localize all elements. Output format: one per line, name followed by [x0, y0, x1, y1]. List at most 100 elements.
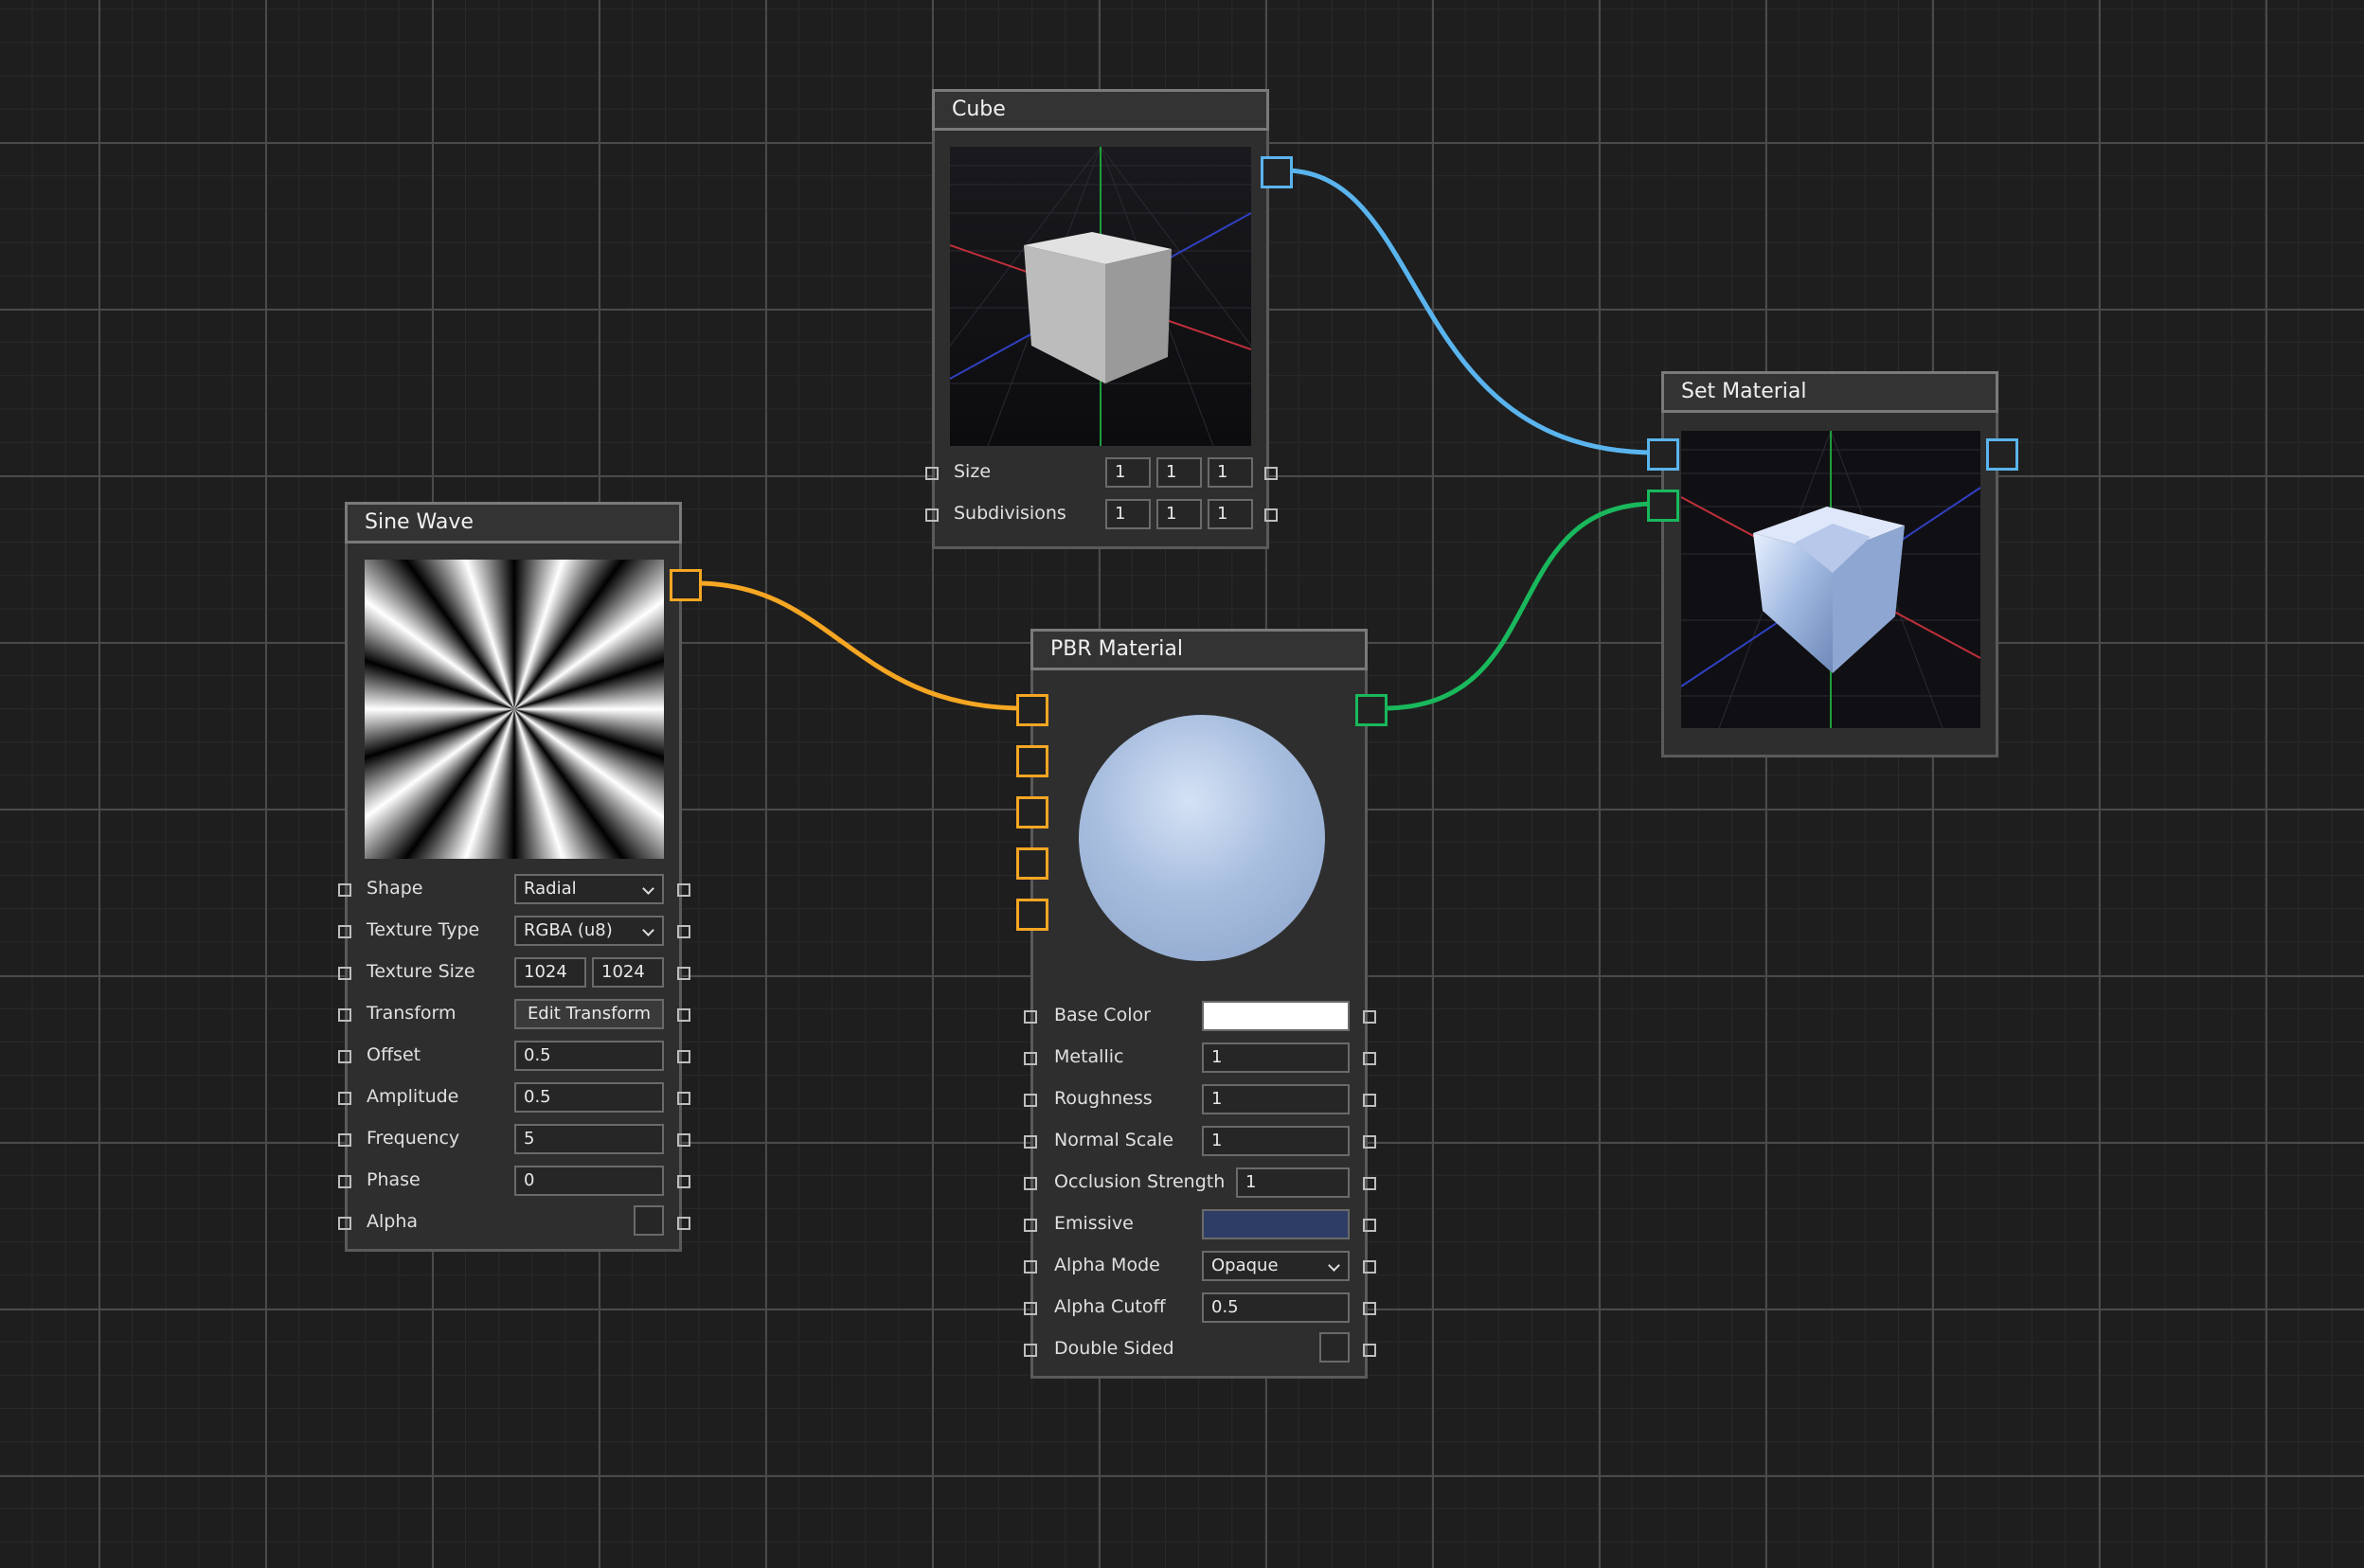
alpha-cutoff-output-pin[interactable]	[1363, 1302, 1376, 1315]
subdivisions-z-field[interactable]: 1	[1208, 499, 1253, 529]
occlusion-strength-field[interactable]: 1	[1236, 1167, 1350, 1198]
alpha-cutoff-field[interactable]: 0.5	[1202, 1292, 1350, 1323]
base-color-output-pin[interactable]	[1363, 1010, 1376, 1024]
pbr-metallic-roughness-texture-pin[interactable]	[1016, 745, 1048, 777]
emissive-input-pin[interactable]	[1024, 1219, 1037, 1232]
alpha-mode-output-pin[interactable]	[1363, 1260, 1376, 1274]
pbr-material-node[interactable]: PBR Material Base Color Metallic 1 Rough…	[1016, 629, 1388, 1379]
shape-label: Shape	[367, 878, 423, 899]
alpha-cutoff-input-pin[interactable]	[1024, 1302, 1037, 1315]
roughness-input-pin[interactable]	[1024, 1094, 1037, 1107]
texture-type-input-pin[interactable]	[338, 925, 351, 938]
phase-label: Phase	[367, 1169, 421, 1190]
wire-sine-to-pbr	[696, 580, 1026, 711]
cube-mesh-output-pin[interactable]	[1261, 156, 1293, 188]
metallic-field[interactable]: 1	[1202, 1042, 1350, 1073]
size-output-pin[interactable]	[1264, 467, 1278, 480]
normal-scale-field[interactable]: 1	[1202, 1126, 1350, 1156]
texture-size-height-field[interactable]: 1024	[592, 957, 664, 988]
roughness-label: Roughness	[1054, 1088, 1153, 1109]
set-material-preview-render	[1681, 431, 1980, 728]
occlusion-strength-label: Occlusion Strength	[1054, 1171, 1226, 1192]
base-color-input-pin[interactable]	[1024, 1010, 1037, 1024]
emissive-swatch[interactable]	[1202, 1209, 1350, 1239]
set-material-mesh-input-pin[interactable]	[1647, 438, 1679, 471]
shape-select[interactable]: Radial	[514, 874, 664, 904]
size-x-field[interactable]: 1	[1105, 457, 1151, 488]
shape-input-pin[interactable]	[338, 883, 351, 897]
occlusion-strength-output-pin[interactable]	[1363, 1177, 1376, 1190]
transform-output-pin[interactable]	[677, 1008, 690, 1022]
pbr-occlusion-texture-pin[interactable]	[1016, 847, 1048, 880]
pbr-emissive-texture-pin[interactable]	[1016, 899, 1048, 931]
normal-scale-input-pin[interactable]	[1024, 1135, 1037, 1149]
size-input-pin[interactable]	[925, 467, 939, 480]
cube-node-title[interactable]: Cube	[932, 89, 1269, 131]
pbr-normal-texture-pin[interactable]	[1016, 796, 1048, 829]
sine-wave-node[interactable]: Sine Wave Shape Radial Texture Type RGBA…	[338, 502, 702, 1252]
alpha-output-pin[interactable]	[677, 1217, 690, 1230]
base-color-label: Base Color	[1054, 1005, 1151, 1025]
alpha-mode-select[interactable]: Opaque	[1202, 1251, 1350, 1281]
shape-output-pin[interactable]	[677, 883, 690, 897]
alpha-checkbox[interactable]	[634, 1205, 664, 1236]
metallic-output-pin[interactable]	[1363, 1052, 1376, 1065]
pbr-material-output-pin[interactable]	[1355, 694, 1388, 726]
offset-output-pin[interactable]	[677, 1050, 690, 1063]
size-z-field[interactable]: 1	[1208, 457, 1253, 488]
metallic-label: Metallic	[1054, 1046, 1124, 1067]
transform-label: Transform	[367, 1003, 457, 1024]
texture-size-output-pin[interactable]	[677, 967, 690, 980]
edit-transform-button[interactable]: Edit Transform	[514, 999, 664, 1029]
set-material-node[interactable]: Set Material	[1647, 371, 2018, 757]
texture-type-select[interactable]: RGBA (u8)	[514, 916, 664, 946]
phase-input-pin[interactable]	[338, 1175, 351, 1188]
metallic-input-pin[interactable]	[1024, 1052, 1037, 1065]
set-material-node-title[interactable]: Set Material	[1661, 371, 1998, 413]
subdivisions-output-pin[interactable]	[1264, 508, 1278, 522]
frequency-output-pin[interactable]	[677, 1133, 690, 1147]
texture-size-input-pin[interactable]	[338, 967, 351, 980]
base-color-swatch[interactable]	[1202, 1001, 1350, 1031]
wire-cube-to-set-material	[1283, 168, 1657, 455]
sine-wave-texture-output-pin[interactable]	[670, 569, 702, 601]
alpha-mode-input-pin[interactable]	[1024, 1260, 1037, 1274]
pbr-base-color-texture-pin[interactable]	[1016, 694, 1048, 726]
amplitude-field[interactable]: 0.5	[514, 1082, 664, 1113]
set-material-material-input-pin[interactable]	[1647, 490, 1679, 522]
roughness-output-pin[interactable]	[1363, 1094, 1376, 1107]
emissive-output-pin[interactable]	[1363, 1219, 1376, 1232]
double-sided-output-pin[interactable]	[1363, 1344, 1376, 1357]
roughness-field[interactable]: 1	[1202, 1084, 1350, 1114]
alpha-input-pin[interactable]	[338, 1217, 351, 1230]
set-material-preview	[1681, 431, 1980, 728]
size-y-field[interactable]: 1	[1156, 457, 1202, 488]
alpha-mode-label: Alpha Mode	[1054, 1255, 1160, 1275]
phase-output-pin[interactable]	[677, 1175, 690, 1188]
texture-type-output-pin[interactable]	[677, 925, 690, 938]
frequency-input-pin[interactable]	[338, 1133, 351, 1147]
phase-field[interactable]: 0	[514, 1166, 664, 1196]
subdivisions-input-pin[interactable]	[925, 508, 939, 522]
cube-node[interactable]: Cube Size 1 1 1 Subdivisions 1 1 1	[925, 89, 1293, 549]
amplitude-output-pin[interactable]	[677, 1092, 690, 1105]
set-material-mesh-output-pin[interactable]	[1986, 438, 2018, 471]
amplitude-input-pin[interactable]	[338, 1092, 351, 1105]
offset-field[interactable]: 0.5	[514, 1041, 664, 1071]
subdivisions-y-field[interactable]: 1	[1156, 499, 1202, 529]
double-sided-checkbox[interactable]	[1319, 1332, 1350, 1363]
pbr-material-preview	[1079, 715, 1325, 961]
texture-size-width-field[interactable]: 1024	[514, 957, 586, 988]
sine-wave-node-title[interactable]: Sine Wave	[345, 502, 682, 543]
normal-scale-output-pin[interactable]	[1363, 1135, 1376, 1149]
frequency-field[interactable]: 5	[514, 1124, 664, 1154]
size-label: Size	[954, 461, 992, 482]
pbr-material-node-title[interactable]: PBR Material	[1030, 629, 1368, 670]
wire-pbr-to-set-material	[1382, 501, 1657, 711]
transform-input-pin[interactable]	[338, 1008, 351, 1022]
offset-label: Offset	[367, 1044, 421, 1065]
occlusion-strength-input-pin[interactable]	[1024, 1177, 1037, 1190]
subdivisions-x-field[interactable]: 1	[1105, 499, 1151, 529]
offset-input-pin[interactable]	[338, 1050, 351, 1063]
double-sided-input-pin[interactable]	[1024, 1344, 1037, 1357]
